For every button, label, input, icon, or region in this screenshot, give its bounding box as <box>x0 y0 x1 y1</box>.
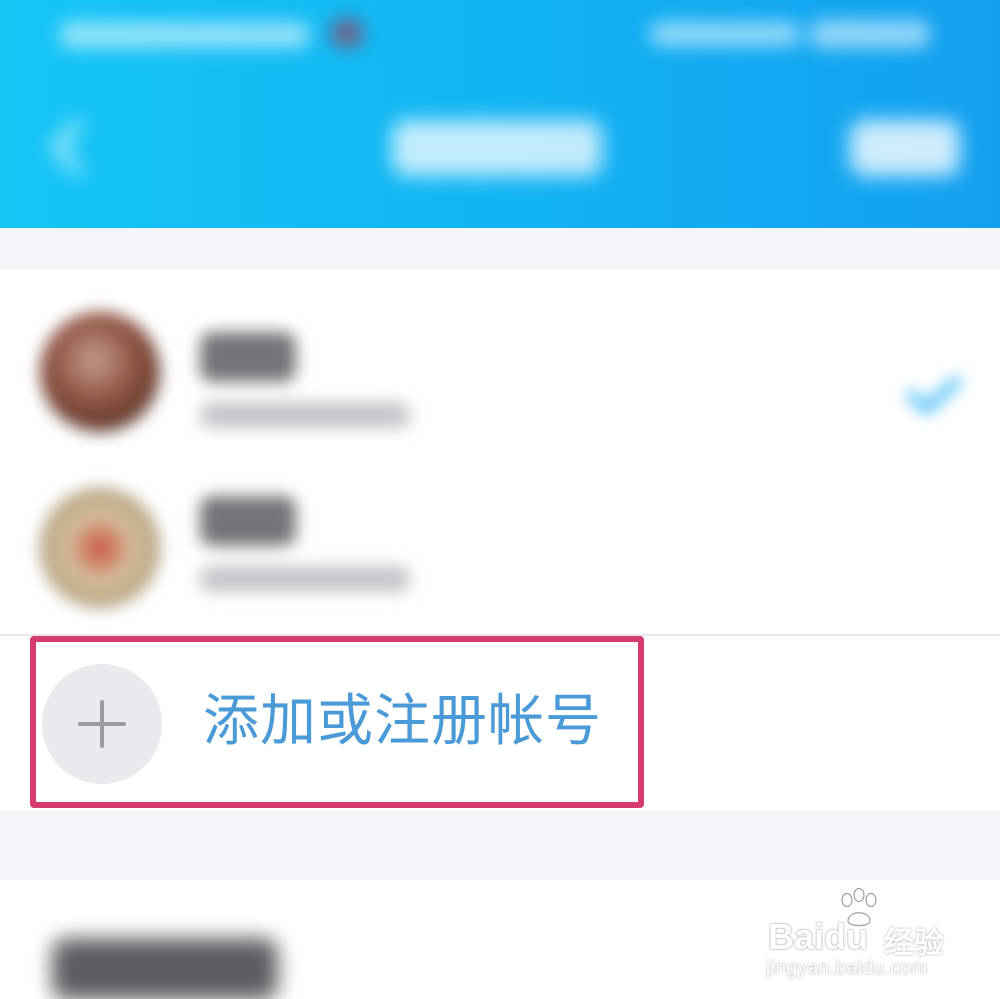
highlight-box <box>30 636 644 808</box>
account-item[interactable] <box>0 460 1000 635</box>
account-management-screen: 添加或注册帐号 Baidu 经验 jingyan.baidu.com <box>0 0 1000 999</box>
notification-dot-icon <box>330 18 364 48</box>
account-name <box>200 332 296 382</box>
avatar <box>40 312 160 432</box>
page-title <box>392 120 602 176</box>
watermark-brand: Baidu <box>768 916 869 957</box>
baidu-jingyan-watermark: Baidu 经验 jingyan.baidu.com <box>760 888 960 988</box>
status-bar <box>0 0 1000 70</box>
watermark-cn: 经验 <box>884 926 944 961</box>
back-icon[interactable] <box>48 120 88 174</box>
watermark-url: jingyan.baidu.com <box>766 958 928 979</box>
account-number <box>200 402 410 428</box>
nav-bar <box>0 90 1000 200</box>
account-number <box>200 566 410 592</box>
settings-item-label[interactable] <box>52 938 278 999</box>
account-item[interactable] <box>0 290 1000 465</box>
edit-button[interactable] <box>850 120 960 176</box>
avatar <box>40 488 160 608</box>
account-name <box>200 496 296 546</box>
selected-check-icon <box>906 376 962 414</box>
header <box>0 0 1000 228</box>
